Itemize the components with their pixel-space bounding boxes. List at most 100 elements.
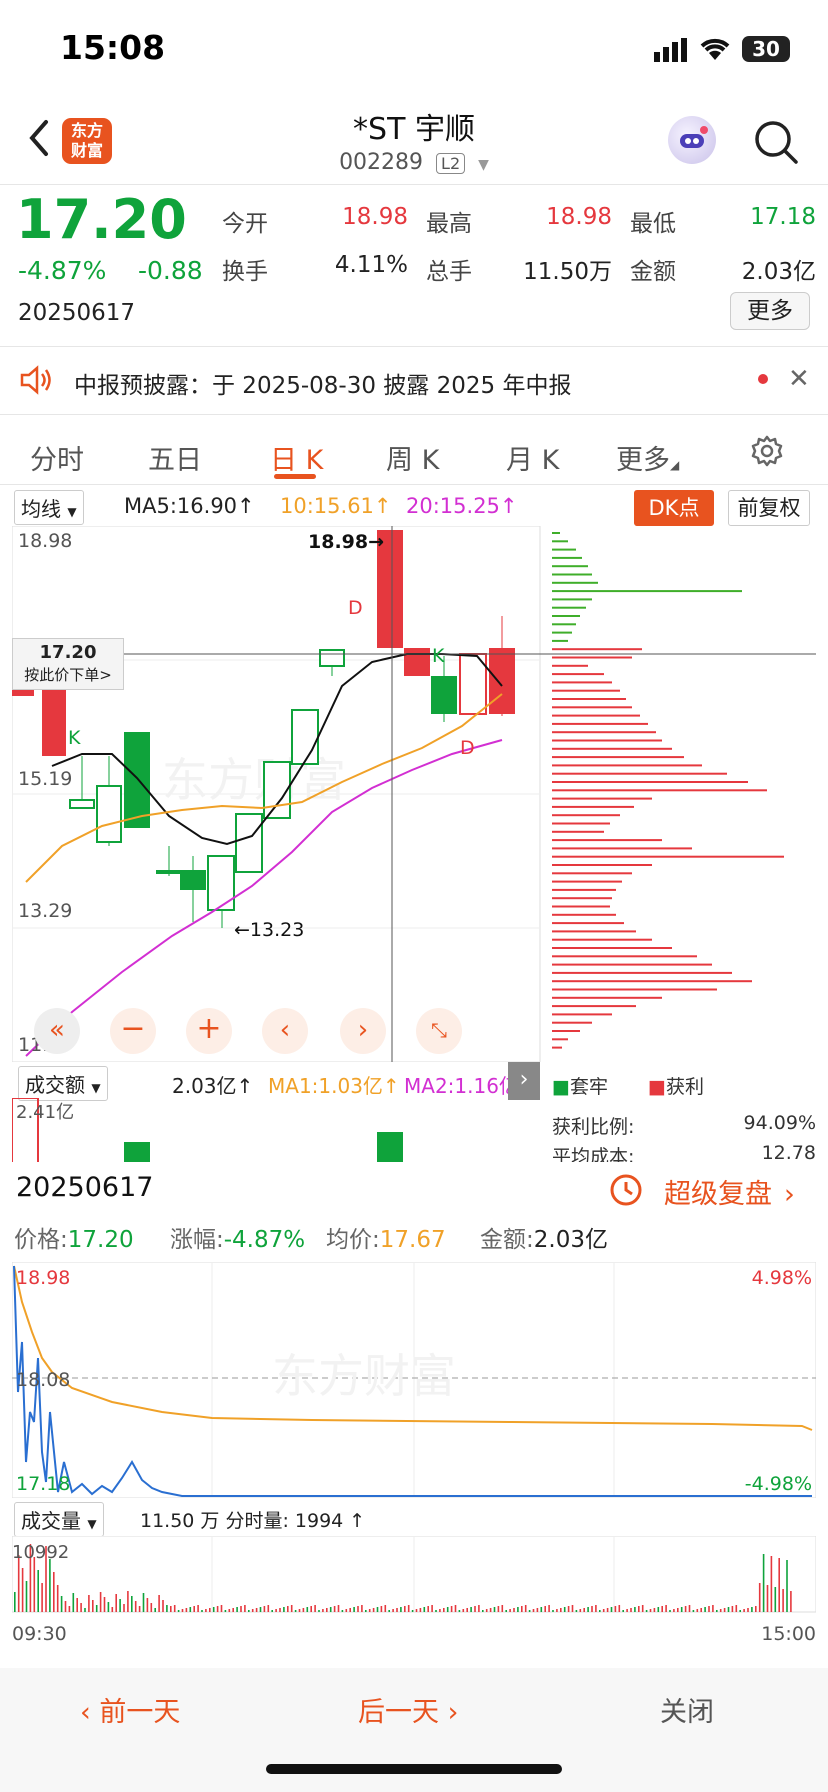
intraday-volume-select[interactable]: 成交量 ▼ xyxy=(14,1502,104,1537)
volume-bar xyxy=(193,1606,195,1612)
zoom-in-icon[interactable]: + xyxy=(186,1008,232,1054)
notice-text[interactable]: 中报预披露：于 2025-08-30 披露 2025 年中报 xyxy=(74,366,571,400)
ma-select[interactable]: 均线 ▼ xyxy=(14,490,84,525)
volume-bar xyxy=(92,1600,94,1612)
low-value: 17.18 xyxy=(750,204,816,230)
intraday-y-top: 18.98 xyxy=(16,1267,70,1289)
expand-arrow-icon[interactable]: › xyxy=(508,1062,540,1100)
volume-bar xyxy=(641,1605,644,1612)
volume-indicator-select[interactable]: 成交额 ▼ xyxy=(18,1066,108,1101)
volume-bar xyxy=(630,1608,632,1612)
assistant-robot-icon[interactable] xyxy=(668,116,716,164)
volume-bar xyxy=(341,1610,344,1612)
search-icon[interactable] xyxy=(752,118,800,166)
super-replay-button[interactable]: 超级复盘 › xyxy=(664,1172,795,1211)
y-axis-label: 13.29 xyxy=(18,900,73,922)
volume-bar xyxy=(290,1605,293,1612)
volume-bar xyxy=(236,1607,238,1612)
volume-bar xyxy=(407,1605,410,1612)
chip-bar xyxy=(552,922,624,925)
volume-bar xyxy=(115,1594,117,1612)
volume-bar xyxy=(170,1606,172,1612)
chevron-down-icon: ▼ xyxy=(67,505,77,519)
volume-bar xyxy=(790,1591,792,1612)
chevron-right-icon: › xyxy=(439,1697,459,1728)
volume-bar xyxy=(443,1608,445,1612)
chip-bar xyxy=(552,805,634,808)
next-icon[interactable]: › xyxy=(340,1008,386,1054)
stock-code-row[interactable]: 002289 L2 ▼ xyxy=(300,150,528,175)
close-icon[interactable]: ✕ xyxy=(788,364,810,394)
chip-bar xyxy=(552,623,576,626)
intraday-chart[interactable]: 东方财富 18.98 18.08 17.18 4.98% -4.98% xyxy=(12,1262,816,1498)
close-button[interactable]: 关闭 xyxy=(660,1690,714,1729)
divider xyxy=(0,414,828,415)
app-logo[interactable]: 东方 财富 xyxy=(62,118,112,164)
caret-icon: ◢ xyxy=(670,458,680,472)
volume-bar xyxy=(532,1609,535,1612)
cursor-price-tag[interactable]: 17.20 按此价下单> xyxy=(12,638,124,690)
volume-bar xyxy=(700,1608,702,1612)
chevron-right-icon: › xyxy=(784,1179,795,1210)
more-button[interactable]: 更多 xyxy=(730,292,810,330)
chip-bar xyxy=(552,955,697,958)
volume-bar xyxy=(528,1610,531,1612)
volume-bar xyxy=(259,1607,262,1612)
volume-bar xyxy=(212,1607,215,1612)
volume-bar xyxy=(704,1607,706,1612)
volume-bar xyxy=(53,1572,55,1612)
volume-bar xyxy=(376,1607,379,1612)
next-day-button[interactable]: 后一天 › xyxy=(358,1690,458,1729)
volume-ma1: MA1:1.03亿↑ xyxy=(268,1074,400,1098)
volume-bar xyxy=(462,1609,465,1612)
volume-bar xyxy=(322,1609,324,1612)
volume-bar xyxy=(723,1608,726,1612)
volume-bar xyxy=(138,1606,141,1612)
prev-icon[interactable]: ‹ xyxy=(262,1008,308,1054)
tab-monthly-k[interactable]: 月 K xyxy=(506,438,559,477)
scroll-left-icon[interactable]: « xyxy=(34,1008,80,1054)
volume-bar xyxy=(68,1606,71,1612)
volume-bar xyxy=(567,1606,570,1612)
zoom-out-icon[interactable]: − xyxy=(110,1008,156,1054)
ma10-value: 10:15.61↑ xyxy=(280,494,392,518)
chip-bar xyxy=(552,631,572,634)
tab-five-day[interactable]: 五日 xyxy=(148,438,202,477)
volume-bar xyxy=(103,1597,106,1612)
chip-bar xyxy=(552,532,560,534)
volume-bar xyxy=(677,1608,679,1612)
volume-bar xyxy=(544,1606,546,1612)
dk-point-button[interactable]: DK点 xyxy=(634,490,714,526)
fullscreen-icon[interactable]: ⤡ xyxy=(416,1008,462,1054)
tab-daily-k[interactable]: 日 K xyxy=(270,438,323,477)
volume-bar xyxy=(154,1608,156,1612)
volume-bar xyxy=(575,1610,578,1612)
legend-trapped: ■套牢 xyxy=(552,1076,608,1098)
volume-value: 2.03亿↑ xyxy=(172,1074,254,1098)
volume-bar xyxy=(232,1608,234,1612)
tab-intraday[interactable]: 分时 xyxy=(30,438,84,477)
back-icon[interactable] xyxy=(24,118,54,158)
divider xyxy=(0,484,828,485)
volume-bar xyxy=(158,1595,160,1612)
tab-more[interactable]: 更多◢ xyxy=(616,438,679,477)
volume-bar xyxy=(684,1606,687,1612)
volume-bar xyxy=(177,1610,180,1612)
adjust-button[interactable]: 前复权 xyxy=(728,490,810,526)
volume-bar xyxy=(84,1608,86,1612)
unread-dot xyxy=(758,374,768,384)
volume-bar xyxy=(716,1610,718,1612)
volume-bar xyxy=(587,1607,589,1612)
volume-bar xyxy=(384,1605,387,1612)
volume-bar xyxy=(560,1608,562,1612)
tab-weekly-k[interactable]: 周 K xyxy=(386,438,439,477)
history-clock-icon[interactable] xyxy=(608,1172,644,1212)
kline-chart[interactable]: 东方财富 18.98→ ←13.23 D K K D xyxy=(12,526,816,1062)
chevron-down-icon: ▼ xyxy=(87,1517,97,1531)
prev-day-button[interactable]: ‹ 前一天 xyxy=(80,1690,180,1729)
settings-gear-icon[interactable] xyxy=(750,434,784,475)
volume-bar xyxy=(614,1606,617,1612)
volume-bar xyxy=(17,1555,20,1612)
volume-bar xyxy=(692,1610,695,1612)
volume-bar xyxy=(302,1608,305,1612)
